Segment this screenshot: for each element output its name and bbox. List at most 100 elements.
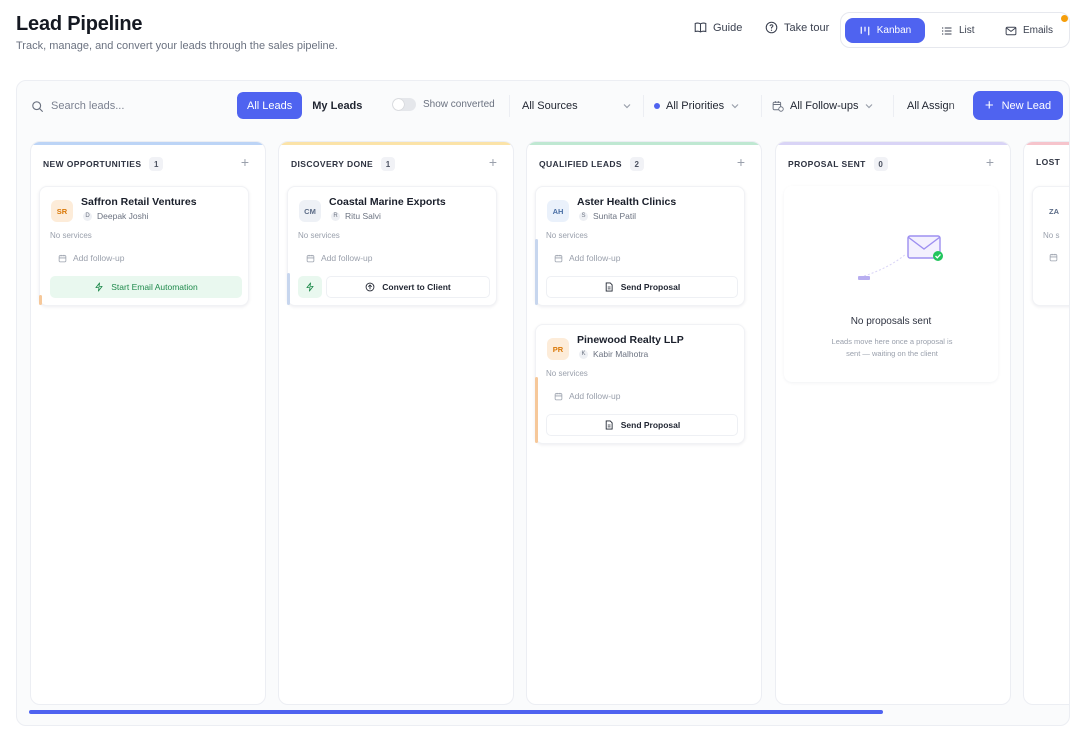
view-list-button[interactable]: List: [929, 18, 987, 43]
chevron-down-icon: [866, 104, 873, 109]
add-followup-label: Add follow-up: [569, 253, 621, 263]
divider: [893, 95, 894, 117]
add-followup-link[interactable]: [1049, 253, 1058, 262]
send-proposal-button[interactable]: Send Proposal: [546, 276, 738, 298]
empty-state-title: No proposals sent: [850, 316, 932, 327]
add-followup-label: Add follow-up: [569, 391, 621, 401]
column-title: PROPOSAL SENT: [788, 159, 866, 169]
lead-name: Coastal Marine Exports: [329, 196, 446, 208]
add-card-button[interactable]: +: [489, 154, 497, 170]
column-count-badge: 1: [381, 157, 396, 171]
new-lead-label: New Lead: [1001, 99, 1052, 112]
lead-scope-toggle: All Leads My Leads: [237, 92, 372, 119]
lead-card[interactable]: ZA No s: [1032, 186, 1069, 306]
owner-avatar: D: [83, 211, 92, 221]
priority-dot: [654, 103, 660, 109]
lead-avatar: PR: [547, 338, 569, 360]
plus-icon: +: [984, 97, 994, 114]
view-switcher: Kanban List Emails: [840, 12, 1070, 48]
arrow-up-circle-icon: [365, 282, 375, 292]
add-card-button[interactable]: +: [241, 154, 249, 170]
column-qualified-leads: QUALIFIED LEADS 2 + AH Aster Health Clin…: [526, 141, 762, 705]
view-emails-button[interactable]: Emails: [993, 18, 1065, 43]
column-title: NEW OPPORTUNITIES: [43, 159, 142, 169]
start-email-automation-label: Start Email Automation: [111, 282, 198, 292]
owner-name: Deepak Joshi: [97, 211, 149, 221]
page-title: Lead Pipeline: [16, 13, 143, 35]
board-toolbar: Search leads... All Leads My Leads Show …: [17, 81, 1069, 131]
lead-avatar: AH: [547, 200, 569, 222]
new-lead-button[interactable]: + New Lead: [973, 91, 1063, 120]
pipeline-board: Search leads... All Leads My Leads Show …: [16, 80, 1070, 726]
column-header: LOST: [1036, 157, 1060, 167]
add-followup-label: Add follow-up: [321, 253, 373, 263]
my-leads-button[interactable]: My Leads: [302, 92, 372, 119]
column-color-bar: [527, 142, 761, 145]
send-proposal-button[interactable]: Send Proposal: [546, 414, 738, 436]
lead-services: No services: [546, 231, 588, 240]
add-followup-link[interactable]: Add follow-up: [554, 391, 621, 401]
lead-card[interactable]: CM Coastal Marine Exports R Ritu Salvi N…: [287, 186, 497, 306]
empty-state: No proposals sent Leads move here once a…: [784, 186, 998, 382]
view-kanban-button[interactable]: Kanban: [845, 18, 925, 43]
owner-avatar: R: [331, 211, 340, 221]
kanban-icon: [860, 26, 870, 35]
calendar-icon: [58, 254, 67, 262]
column-title: DISCOVERY DONE: [291, 159, 374, 169]
card-accent: [535, 239, 538, 305]
sources-value: All Sources: [522, 100, 578, 112]
start-email-automation-button[interactable]: Start Email Automation: [50, 276, 242, 298]
toolbar-fade: [947, 89, 973, 123]
lead-avatar: ZA: [1043, 200, 1065, 222]
lead-owner: S Sunita Patil: [579, 211, 636, 221]
column-header: QUALIFIED LEADS 2: [539, 157, 644, 171]
page-subtitle: Track, manage, and convert your leads th…: [16, 40, 338, 52]
add-followup-link[interactable]: Add follow-up: [554, 253, 621, 263]
lead-services: No s: [1043, 231, 1060, 240]
owner-name: Kabir Malhotra: [593, 349, 649, 359]
sources-filter[interactable]: All Sources: [522, 93, 632, 119]
all-leads-button[interactable]: All Leads: [237, 92, 303, 119]
list-icon: [941, 26, 952, 35]
lead-name: Aster Health Clinics: [577, 196, 677, 208]
lead-name: Saffron Retail Ventures: [81, 196, 197, 208]
column-count-badge: 1: [149, 157, 164, 171]
add-followup-link[interactable]: Add follow-up: [306, 253, 373, 263]
priorities-filter[interactable]: All Priorities: [654, 93, 740, 119]
column-title: LOST: [1036, 157, 1061, 167]
document-icon: [605, 282, 613, 292]
add-followup-link[interactable]: Add follow-up: [58, 253, 125, 263]
add-card-button[interactable]: +: [986, 154, 994, 170]
chevron-down-icon: [731, 104, 739, 109]
divider: [643, 95, 644, 117]
lead-card[interactable]: AH Aster Health Clinics S Sunita Patil N…: [535, 186, 745, 306]
column-header: PROPOSAL SENT 0: [788, 157, 888, 171]
lead-services: No services: [546, 369, 588, 378]
lead-card[interactable]: SR Saffron Retail Ventures D Deepak Josh…: [39, 186, 249, 306]
automation-button[interactable]: [298, 276, 322, 298]
mail-sent-illustration: [858, 235, 943, 280]
book-icon: [694, 22, 707, 33]
toggle-switch[interactable]: [392, 98, 416, 111]
column-color-bar: [279, 142, 513, 145]
owner-name: Ritu Salvi: [345, 211, 381, 221]
followups-filter[interactable]: All Follow-ups: [772, 93, 874, 119]
take-tour-link[interactable]: Take tour: [765, 21, 829, 34]
show-converted-toggle[interactable]: Show converted: [392, 98, 495, 111]
page-header: Lead Pipeline Track, manage, and convert…: [0, 0, 1073, 70]
guide-link[interactable]: Guide: [694, 21, 742, 34]
search-input[interactable]: Search leads...: [31, 93, 241, 119]
lead-services: No services: [298, 231, 340, 240]
calendar-clock-icon: [772, 101, 784, 112]
help-circle-icon: [765, 21, 778, 34]
divider: [761, 95, 762, 117]
lead-card[interactable]: PR Pinewood Realty LLP K Kabir Malhotra …: [535, 324, 745, 444]
lead-services: No services: [50, 231, 92, 240]
horizontal-scrollbar[interactable]: [29, 710, 883, 714]
add-card-button[interactable]: +: [737, 154, 745, 170]
column-header: DISCOVERY DONE 1: [291, 157, 396, 171]
chevron-down-icon: [623, 104, 631, 109]
priorities-value: All Priorities: [666, 100, 725, 112]
bolt-icon: [95, 282, 103, 292]
convert-to-client-button[interactable]: Convert to Client: [326, 276, 490, 298]
